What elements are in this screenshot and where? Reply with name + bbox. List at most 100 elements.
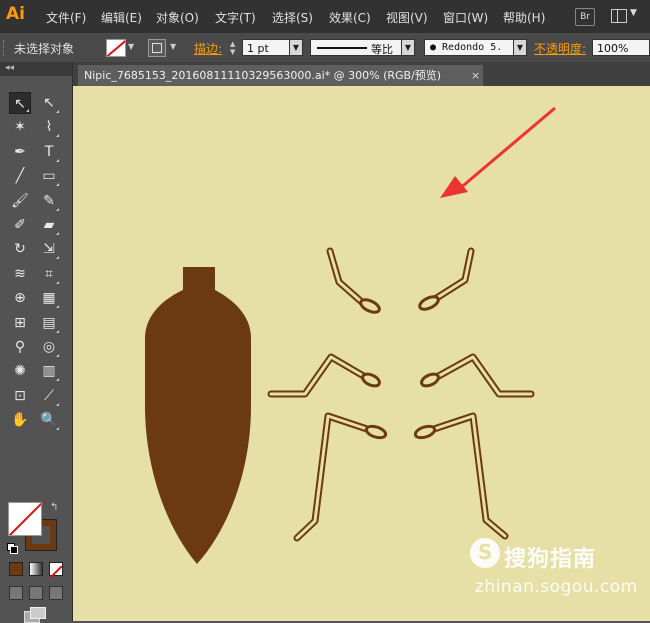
direct-selection-tool-icon[interactable]: ↖ — [38, 92, 60, 114]
blend-tool-icon[interactable]: ◎ — [38, 336, 60, 358]
fill-dropdown-icon[interactable]: ▼ — [128, 42, 134, 51]
pencil-tool-icon[interactable]: ✎ — [38, 190, 60, 212]
blob-brush-tool-icon[interactable]: ✐ — [9, 214, 31, 236]
line-segment-tool-icon[interactable]: ╱ — [9, 165, 31, 187]
opacity-label[interactable]: 不透明度: — [534, 40, 586, 57]
column-graph-tool-icon[interactable]: ▥ — [38, 360, 60, 382]
arrow-head — [440, 176, 468, 198]
pen-tool-icon[interactable]: ✒ — [9, 141, 31, 163]
leg-top-left[interactable] — [326, 247, 381, 315]
bridge-button[interactable]: Br — [575, 8, 595, 26]
none-slash-icon — [49, 565, 63, 579]
tool-flyout-indicator — [56, 305, 59, 309]
magic-wand-tool-icon[interactable]: ✶ — [9, 116, 31, 138]
hand-tool-icon[interactable]: ✋ — [9, 409, 31, 431]
tool-flyout-indicator — [56, 158, 59, 162]
menu-view[interactable]: 视图(V) — [386, 9, 428, 26]
red-annotation-arrow — [440, 106, 556, 198]
stroke-weight-dropdown[interactable]: ▼ — [289, 39, 303, 56]
scale-tool-icon[interactable]: ⇲ — [38, 238, 60, 260]
shape-builder-tool-icon[interactable]: ⊕ — [9, 287, 31, 309]
tool-flyout-indicator — [56, 183, 59, 187]
insect-abdomen-shape — [145, 289, 251, 564]
tool-flyout-indicator — [56, 232, 59, 235]
color-mode-button[interactable] — [9, 562, 23, 576]
zoom-tool-icon[interactable]: 🔍 — [38, 409, 60, 431]
tool-flyout-indicator — [56, 110, 59, 113]
tool-flyout-indicator — [56, 134, 59, 138]
menu-edit[interactable]: 编辑(E) — [101, 9, 142, 26]
mesh-tool-icon[interactable]: ⊞ — [9, 312, 31, 334]
draw-behind-icon[interactable] — [29, 586, 43, 600]
sogou-logo-icon — [470, 538, 500, 568]
artboard-tool-icon[interactable]: ⊡ — [9, 385, 31, 407]
arrow-shaft — [457, 106, 556, 192]
variable-width-profile[interactable]: 等比 — [310, 39, 402, 56]
tools-panel: ◂◂ ↰ ↖ ↖ ✶ ⌇ ✒ T ╱ ▭ 🖌 ✎ ✐ ▰ ↻ ⇲ ≋ ⌗ ⊕ ▦ ⊞ ▤ ⚲ ◎ ✺ ▥ ⊡ ⟋ ✋ 🔍 — [0, 62, 73, 623]
gradient-mode-button[interactable] — [29, 562, 43, 576]
menu-select[interactable]: 选择(S) — [272, 9, 313, 26]
leg-mid-left[interactable] — [267, 353, 381, 398]
tool-flyout-indicator — [56, 256, 59, 260]
tool-flyout-indicator — [56, 427, 59, 431]
menu-window[interactable]: 窗口(W) — [443, 9, 488, 26]
paintbrush-tool-icon[interactable]: 🖌 — [9, 190, 31, 212]
draw-inside-icon[interactable] — [49, 586, 63, 600]
menu-object[interactable]: 对象(O) — [156, 9, 199, 26]
symbol-sprayer-tool-icon[interactable]: ✺ — [9, 360, 31, 382]
opacity-field[interactable]: 100% — [592, 39, 650, 56]
leg-top-right[interactable] — [418, 247, 475, 312]
fill-color-box[interactable] — [8, 502, 42, 536]
menu-effect[interactable]: 效果(C) — [329, 9, 371, 26]
warp-tool-icon[interactable]: ≋ — [9, 263, 31, 285]
slice-tool-icon[interactable]: ⟋ — [38, 385, 60, 407]
free-transform-tool-icon[interactable]: ⌗ — [38, 263, 60, 285]
fill-swatch[interactable] — [106, 39, 126, 57]
rectangle-tool-icon[interactable]: ▭ — [38, 165, 60, 187]
draw-normal-icon[interactable] — [9, 586, 23, 600]
profile-dropdown[interactable]: ▼ — [401, 39, 415, 56]
tool-flyout-indicator — [56, 280, 59, 284]
rotate-tool-icon[interactable]: ↻ — [9, 238, 31, 260]
selection-tool-icon[interactable]: ↖ — [9, 92, 31, 114]
collapse-icon[interactable]: ◂◂ — [5, 63, 14, 73]
stroke-weight-spinner[interactable]: ▲ ▼ — [230, 40, 240, 56]
leg-bottom-left[interactable] — [293, 412, 388, 542]
perspective-grid-tool-icon[interactable]: ▦ — [38, 287, 60, 309]
stroke-weight-field[interactable]: 1 pt — [242, 39, 290, 56]
profile-label: 等比 — [371, 43, 393, 56]
tools-panel-header[interactable]: ◂◂ — [0, 62, 72, 76]
document-title: Nipic_7685153_20160811110329563000.ai* @… — [84, 69, 442, 82]
tool-flyout-indicator — [56, 354, 59, 357]
leg-mid-right[interactable] — [420, 353, 535, 398]
insect-legs[interactable] — [267, 247, 535, 542]
brush-definition[interactable]: ● Redondo 5. — [424, 39, 514, 56]
menu-help[interactable]: 帮助(H) — [503, 9, 545, 26]
menu-type[interactable]: 文字(T) — [215, 9, 256, 26]
tool-flyout-indicator — [56, 207, 59, 211]
brush-dropdown[interactable]: ▼ — [513, 39, 527, 56]
workspace-switcher[interactable]: ▼ — [611, 8, 641, 24]
panel-grip[interactable] — [3, 40, 7, 56]
default-colors-icon[interactable] — [7, 543, 18, 554]
gradient-tool-icon[interactable]: ▤ — [38, 312, 60, 334]
profile-line-icon — [317, 47, 367, 49]
lasso-tool-icon[interactable]: ⌇ — [38, 116, 60, 138]
eyedropper-tool-icon[interactable]: ⚲ — [9, 336, 31, 358]
document-tab[interactable]: Nipic_7685153_20160811110329563000.ai* @… — [78, 65, 483, 86]
swap-fill-stroke-icon[interactable]: ↰ — [50, 502, 58, 513]
watermark-text: 搜狗指南 — [504, 547, 597, 572]
none-mode-button[interactable] — [49, 562, 63, 579]
leg-top-left-tip — [359, 298, 381, 314]
document-tab-bar: Nipic_7685153_20160811110329563000.ai* @… — [73, 62, 650, 86]
stroke-swatch[interactable] — [148, 39, 166, 57]
leg-bottom-right[interactable] — [413, 412, 509, 540]
tool-flyout-indicator — [26, 109, 29, 112]
stroke-label[interactable]: 描边: — [194, 40, 222, 57]
menu-file[interactable]: 文件(F) — [46, 9, 86, 26]
type-tool-icon[interactable]: T — [38, 141, 60, 163]
close-icon[interactable]: × — [471, 65, 480, 86]
insect-body[interactable] — [145, 267, 251, 564]
eraser-tool-icon[interactable]: ▰ — [38, 214, 60, 236]
stroke-dropdown-icon[interactable]: ▼ — [170, 42, 176, 51]
